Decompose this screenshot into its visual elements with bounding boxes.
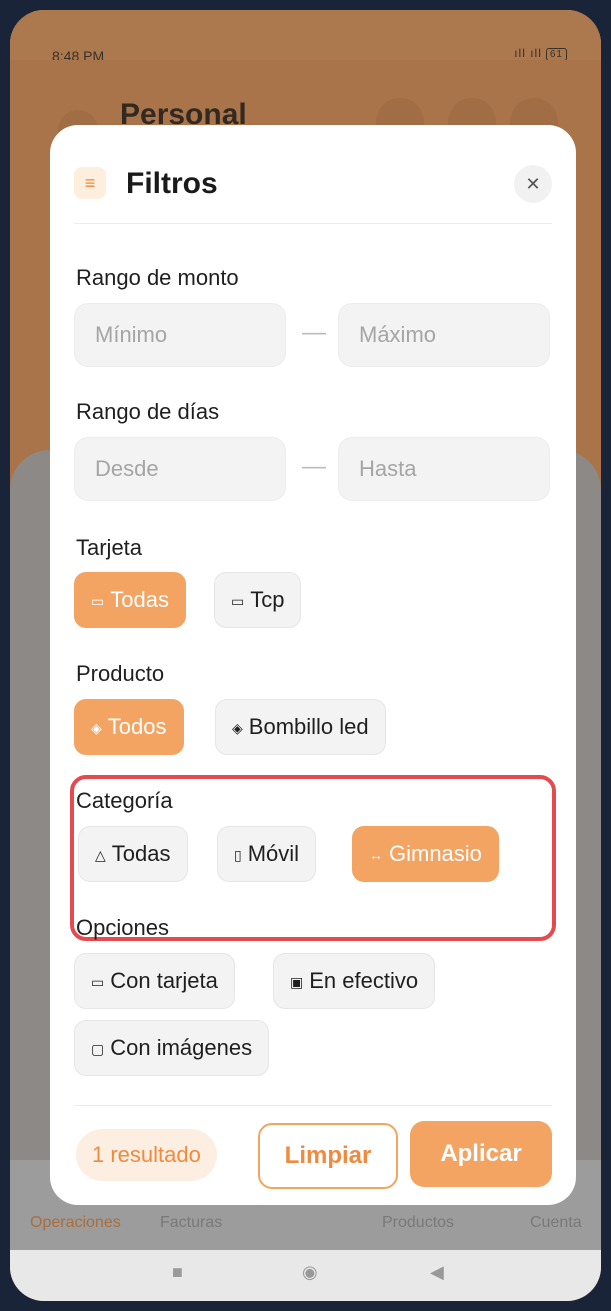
- modal-title: Filtros: [126, 167, 218, 200]
- card-icon: ▭: [231, 593, 245, 610]
- card-label: Tarjeta: [76, 535, 143, 560]
- days-range-label: Rango de días: [76, 399, 220, 424]
- chip-product-todos[interactable]: ◈ Todos: [74, 699, 184, 755]
- divider: [74, 223, 552, 224]
- chip-option-con-imagenes[interactable]: ▢ Con imágenes: [74, 1020, 270, 1076]
- category-label: Categoría: [76, 788, 173, 813]
- close-icon: ✕: [525, 174, 541, 194]
- apply-button[interactable]: Aplicar: [410, 1121, 552, 1187]
- box-icon: ◈: [91, 720, 102, 737]
- chip-category-movil[interactable]: ▯ Móvil: [217, 826, 317, 882]
- chip-card-tcp[interactable]: ▭ Tcp: [214, 572, 302, 628]
- days-to-input[interactable]: Hasta: [338, 437, 550, 501]
- card-icon: ▭: [91, 974, 105, 991]
- range-separator: —: [302, 453, 326, 480]
- shapes-icon: △: [95, 847, 106, 864]
- divider: [74, 1105, 552, 1106]
- phone-screen: 8:48 PM ıll ıll 61 Personal Operaciones F…: [10, 10, 601, 1301]
- chip-card-todas[interactable]: ▭ Todas: [74, 572, 186, 628]
- product-label: Producto: [76, 661, 165, 686]
- cards-icon: ▭: [91, 593, 105, 610]
- image-icon: ▢: [91, 1041, 105, 1058]
- range-separator: —: [302, 319, 326, 346]
- options-label: Opciones: [76, 915, 169, 940]
- amount-range-label: Rango de monto: [76, 265, 239, 290]
- system-nav-bar: ■ ◉ ◀: [10, 1250, 601, 1301]
- chip-category-gimnasio[interactable]: ↔ Gimnasio: [352, 826, 499, 882]
- back-icon[interactable]: ◀: [430, 1262, 444, 1283]
- phone-icon: ▯: [234, 847, 242, 864]
- close-button[interactable]: ✕: [514, 165, 552, 203]
- result-count-badge: 1 resultado: [76, 1129, 217, 1181]
- chip-option-con-tarjeta[interactable]: ▭ Con tarjeta: [74, 953, 235, 1009]
- filter-icon: ≡: [74, 167, 106, 199]
- filters-modal: ≡ Filtros ✕ Rango de monto Mínimo — Máxi…: [50, 125, 576, 1205]
- clear-button[interactable]: Limpiar: [258, 1123, 398, 1189]
- modal-header: ≡ Filtros ✕: [50, 125, 576, 225]
- arrows-icon: ↔: [369, 847, 383, 864]
- amount-min-input[interactable]: Mínimo: [74, 303, 286, 367]
- amount-max-input[interactable]: Máximo: [338, 303, 550, 367]
- chip-product-bombillo-led[interactable]: ◈ Bombillo led: [215, 699, 386, 755]
- recents-icon[interactable]: ■: [172, 1262, 183, 1283]
- days-from-input[interactable]: Desde: [74, 437, 286, 501]
- home-icon[interactable]: ◉: [302, 1262, 318, 1283]
- box-icon: ◈: [232, 720, 243, 737]
- chip-category-todas[interactable]: △ Todas: [78, 826, 188, 882]
- chip-option-en-efectivo[interactable]: ▣ En efectivo: [273, 953, 436, 1009]
- cash-icon: ▣: [290, 974, 304, 991]
